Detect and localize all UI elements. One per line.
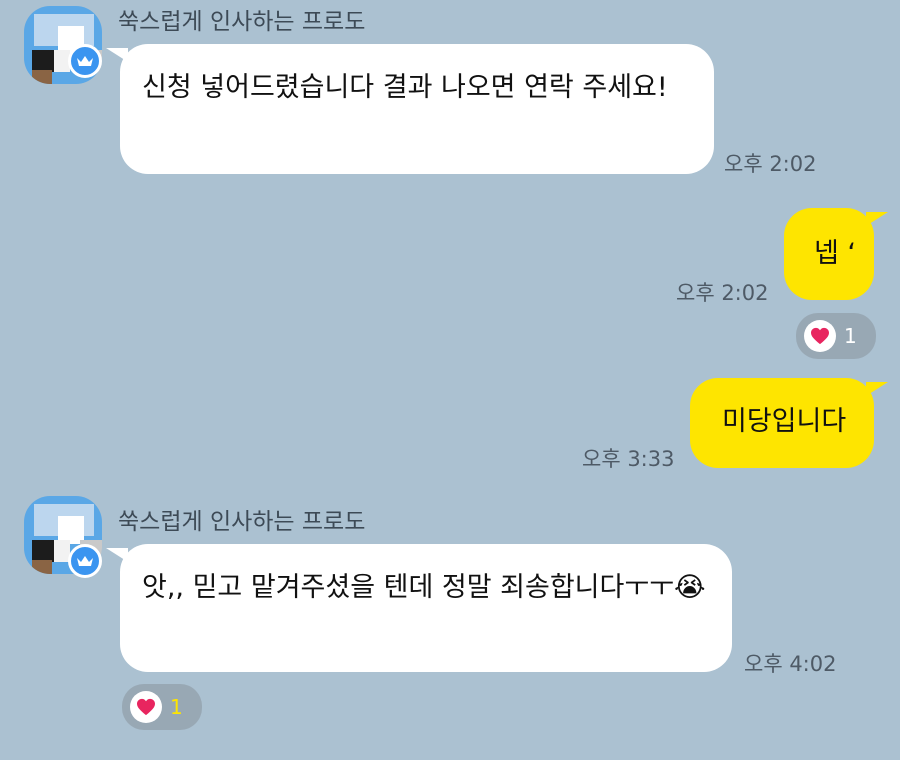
bubble-tail [866, 382, 888, 396]
message-time: 오후 3:33 [582, 447, 675, 471]
heart-icon [130, 691, 162, 723]
avatar-pixel [32, 70, 52, 84]
message-time: 오후 2:02 [676, 281, 769, 305]
reaction-count: 1 [170, 695, 183, 719]
heart-icon [804, 320, 836, 352]
message-text: 미당입니다 [722, 406, 847, 437]
message-time: 오후 2:02 [724, 152, 817, 176]
sender-name: 쑥스럽게 인사하는 프로도 [118, 9, 366, 35]
message-text: 넵 ‘ [814, 238, 857, 269]
avatar-pixel [32, 560, 52, 574]
reaction-badge[interactable]: 1 [122, 684, 202, 730]
message-bubble-incoming[interactable]: 앗,, 믿고 맡겨주셨을 텐데 정말 죄송합니다ㅜㅜ😭 [120, 544, 732, 672]
bubble-tail [866, 212, 888, 226]
bubble-tail [106, 548, 128, 562]
crown-icon [68, 44, 102, 78]
reaction-badge[interactable]: 1 [796, 313, 876, 359]
message-bubble-outgoing[interactable]: 넵 ‘ [784, 208, 874, 300]
message-time: 오후 4:02 [744, 652, 837, 676]
bubble-tail [106, 48, 128, 62]
crown-icon [68, 544, 102, 578]
sender-name: 쑥스럽게 인사하는 프로도 [118, 509, 366, 535]
reaction-count: 1 [844, 324, 857, 348]
message-bubble-incoming[interactable]: 신청 넣어드렸습니다 결과 나오면 연락 주세요! [120, 44, 714, 174]
message-text: 앗,, 믿고 맡겨주셨을 텐데 정말 죄송합니다ㅜㅜ😭 [142, 572, 706, 603]
avatar-pixel [32, 50, 54, 72]
avatar-pixel [32, 540, 54, 562]
message-text: 신청 넣어드렸습니다 결과 나오면 연락 주세요! [142, 72, 668, 103]
message-bubble-outgoing[interactable]: 미당입니다 [690, 378, 874, 468]
